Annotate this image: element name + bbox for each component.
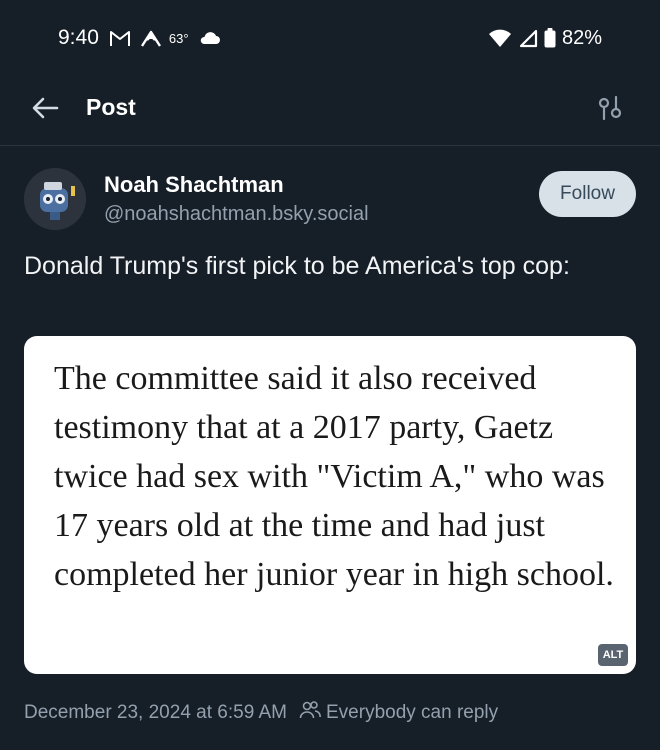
back-arrow-icon — [31, 97, 59, 124]
people-icon — [299, 700, 321, 726]
thread-settings-button[interactable] — [594, 93, 626, 127]
status-left: 9:40 63° — [58, 26, 488, 50]
page-header: Post — [0, 76, 660, 146]
gmail-icon — [109, 30, 131, 47]
author-handle[interactable]: @noahshachtman.bsky.social — [104, 203, 369, 226]
status-battery: 82% — [561, 26, 602, 49]
battery-icon — [544, 28, 556, 48]
image-quote-text: The committee said it also received test… — [54, 360, 614, 593]
follow-button[interactable]: Follow — [539, 171, 636, 217]
wifi-icon — [488, 29, 512, 48]
status-temperature: 63° — [168, 30, 189, 46]
mountain-icon — [140, 30, 161, 47]
cloud-icon — [199, 31, 221, 45]
reply-setting[interactable]: Everybody can reply — [299, 700, 498, 726]
sliders-icon — [597, 95, 623, 126]
post-meta: December 23, 2024 at 6:59 AM Everybody c… — [24, 700, 498, 726]
post-timestamp: December 23, 2024 at 6:59 AM — [24, 702, 287, 723]
reply-setting-label: Everybody can reply — [326, 702, 499, 723]
post-text: Donald Trump's first pick to be America'… — [24, 252, 570, 280]
author-name[interactable]: Noah Shachtman — [104, 172, 284, 198]
alt-badge[interactable]: ALT — [598, 644, 628, 666]
status-right: 82% — [488, 27, 602, 50]
back-button[interactable] — [28, 93, 62, 127]
page-title: Post — [86, 94, 136, 120]
signal-icon — [518, 29, 538, 48]
status-time: 9:40 — [58, 26, 99, 49]
avatar[interactable] — [24, 168, 86, 230]
post-image[interactable]: The committee said it also received test… — [24, 336, 636, 674]
status-bar: 9:40 63° 82% — [0, 0, 660, 76]
